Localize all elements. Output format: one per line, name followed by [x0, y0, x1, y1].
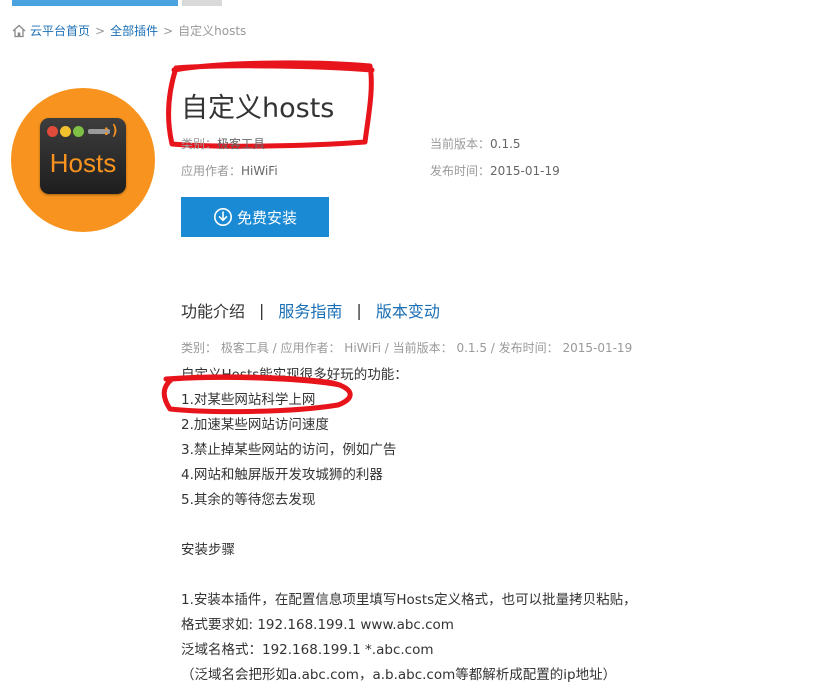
meta-release-label: 发布时间：: [430, 164, 491, 178]
meta-category-value: 极客工具: [217, 137, 266, 151]
tab-service-guide[interactable]: 服务指南: [278, 298, 342, 322]
install-step: 格式要求如: 192.168.199.1 www.abc.com: [181, 617, 454, 633]
download-icon: [213, 208, 232, 226]
hosts-window-icon: :) Hosts: [40, 118, 126, 194]
plugin-logo: :) Hosts: [11, 88, 155, 232]
breadcrumb: 云平台首页 > 全部插件 > 自定义hosts: [12, 22, 246, 39]
breadcrumb-separator: >: [95, 23, 106, 38]
tab-features[interactable]: 功能介绍: [181, 298, 245, 322]
logo-smile: :): [102, 123, 119, 139]
meta-author: 应用作者：HiWiFi: [181, 162, 278, 179]
top-nav-tab-active[interactable]: [12, 0, 178, 6]
top-nav-strip: [0, 0, 833, 6]
meta-release-value: 2015-01-19: [490, 164, 560, 178]
meta-version-label: 当前版本：: [430, 137, 491, 151]
meta-release: 发布时间：2015-01-19: [430, 162, 560, 179]
install-button-label: 免费安装: [236, 209, 297, 227]
install-step: 1.安装本插件，在配置信息项里填写Hosts定义格式，也可以批量拷贝粘贴，: [181, 592, 637, 608]
install-step: 泛域名格式：192.168.199.1 *.abc.com: [181, 642, 434, 658]
tab-separator: |: [259, 300, 265, 320]
install-button[interactable]: 免费安装: [181, 197, 329, 237]
breadcrumb-current: 自定义hosts: [178, 24, 247, 38]
breadcrumb-separator: >: [163, 23, 174, 38]
home-icon: [12, 24, 26, 37]
detail-tabs: 功能介绍 | 服务指南 | 版本变动: [181, 298, 440, 322]
red-dot-icon: [47, 126, 58, 137]
meta-category-label: 类别：: [181, 137, 218, 151]
install-step: （泛域名会把形如a.abc.com，a.b.abc.com等都解析成配置的ip地…: [181, 667, 617, 683]
meta-author-value: HiWiFi: [241, 164, 278, 178]
breadcrumb-home-link[interactable]: 云平台首页: [30, 22, 90, 39]
red-annotation-ellipse: [161, 374, 353, 415]
feature-item: 5.其余的等待您去发现: [181, 492, 316, 508]
logo-text: Hosts: [49, 148, 117, 178]
tab-separator: |: [356, 300, 362, 320]
feature-item: 3.禁止掉某些网站的访问，例如广告: [181, 442, 397, 458]
install-steps-heading: 安装步骤: [181, 542, 235, 558]
meta-version-value: 0.1.5: [490, 137, 521, 151]
green-dot-icon: [73, 126, 84, 137]
meta-author-label: 应用作者：: [181, 164, 242, 178]
feature-item: 4.网站和触屏版开发攻城狮的利器: [181, 467, 383, 483]
yellow-dot-icon: [60, 126, 71, 137]
tab-version-changes[interactable]: 版本变动: [376, 298, 440, 322]
plugin-title: 自定义hosts: [181, 93, 335, 124]
meta-category: 类别：极客工具: [181, 135, 265, 152]
meta-summary-line: 类别： 极客工具 / 应用作者： HiWiFi / 当前版本： 0.1.5 / …: [181, 341, 633, 355]
breadcrumb-all-plugins-link[interactable]: 全部插件: [110, 22, 158, 39]
meta-version: 当前版本：0.1.5: [430, 135, 521, 152]
top-nav-tab[interactable]: [182, 0, 222, 6]
